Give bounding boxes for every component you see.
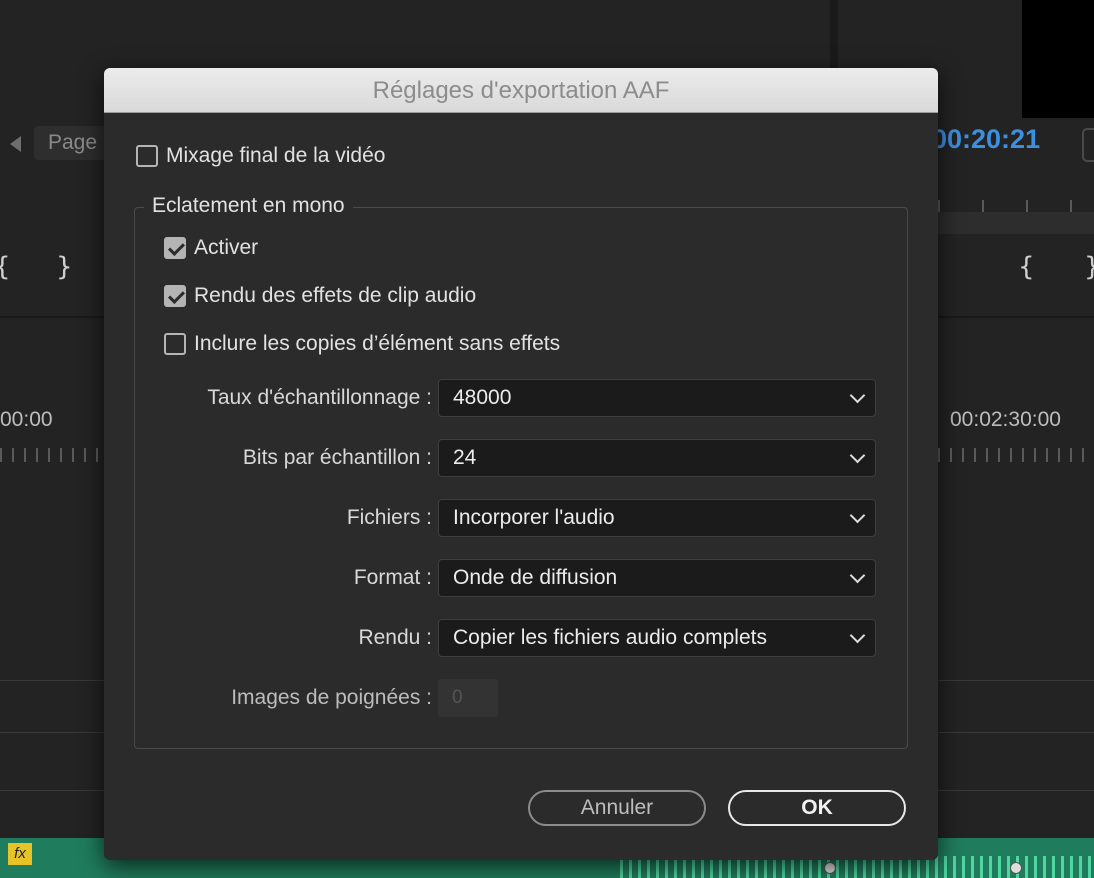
render-effects-label: Rendu des effets de clip audio	[194, 284, 477, 307]
mixdown-video-option[interactable]: Mixage final de la vidéo	[136, 144, 385, 168]
files-select[interactable]: Incorporer l'audio	[438, 499, 876, 537]
sample-rate-label: Taux d'échantillonnage :	[207, 386, 432, 409]
render-effects-checkbox[interactable]	[164, 285, 186, 307]
activate-checkbox[interactable]	[164, 237, 186, 259]
cancel-button[interactable]: Annuler	[528, 790, 706, 826]
sample-rate-value: 48000	[453, 386, 512, 409]
handles-label: Images de poignées :	[231, 686, 432, 709]
playhead-timecode[interactable]: 00:20:21	[932, 124, 1040, 155]
chevron-down-icon	[849, 627, 866, 644]
bits-per-sample-select[interactable]: 24	[438, 439, 876, 477]
activate-label: Activer	[194, 236, 259, 259]
files-label: Fichiers :	[346, 506, 432, 529]
handle-frames-input[interactable]: 0	[438, 679, 498, 717]
render-select[interactable]: Copier les fichiers audio complets	[438, 619, 876, 657]
files-value: Incorporer l'audio	[453, 506, 615, 529]
chevron-down-icon	[849, 567, 866, 584]
keyframe-icon[interactable]	[824, 862, 836, 874]
activate-option[interactable]: Activer	[164, 236, 258, 260]
aaf-export-dialog: Réglages d'exportation AAF Mixage final …	[104, 68, 938, 860]
page-button[interactable]: Page	[34, 126, 114, 160]
page-back-arrow-icon[interactable]	[10, 136, 21, 152]
include-copies-option[interactable]: Inclure les copies d’élément sans effets	[164, 332, 560, 356]
timeline-start-time: 00:00	[0, 408, 53, 431]
chevron-down-icon	[849, 447, 866, 464]
render-label: Rendu :	[358, 626, 432, 649]
include-copies-label: Inclure les copies d’élément sans effets	[194, 332, 561, 355]
monitor-ruler	[938, 200, 1094, 212]
source-monitor-preview	[1022, 0, 1094, 118]
monitor-settings-button[interactable]	[1082, 128, 1094, 162]
monitor-zoom-bar[interactable]	[938, 212, 1094, 234]
group-title: Eclatement en mono	[144, 194, 353, 218]
render-value: Copier les fichiers audio complets	[453, 626, 767, 649]
mixdown-checkbox[interactable]	[136, 145, 158, 167]
render-clip-effects-option[interactable]: Rendu des effets de clip audio	[164, 284, 476, 308]
fx-badge-icon[interactable]: fx	[8, 843, 32, 865]
mark-out-icon[interactable]: }	[1084, 252, 1094, 282]
mixdown-label: Mixage final de la vidéo	[166, 144, 386, 167]
bits-value: 24	[453, 446, 477, 469]
mark-in-icon[interactable]: {	[1018, 252, 1035, 282]
mark-in-icon[interactable]: {	[0, 252, 11, 282]
format-value: Onde de diffusion	[453, 566, 618, 589]
timeline-ruler-ticks[interactable]	[938, 448, 1094, 462]
chevron-down-icon	[849, 507, 866, 524]
timeline-marker-time: 00:02:30:00	[950, 408, 1061, 431]
include-copies-checkbox[interactable]	[164, 333, 186, 355]
ok-button[interactable]: OK	[728, 790, 906, 826]
timeline-ruler-ticks[interactable]	[0, 448, 104, 462]
keyframe-icon[interactable]	[1010, 862, 1022, 874]
format-label: Format :	[353, 566, 432, 589]
chevron-down-icon	[849, 387, 866, 404]
mark-out-icon[interactable]: }	[56, 252, 73, 282]
sample-rate-select[interactable]: 48000	[438, 379, 876, 417]
bits-label: Bits par échantillon :	[242, 446, 432, 469]
dialog-title: Réglages d'exportation AAF	[104, 68, 938, 113]
format-select[interactable]: Onde de diffusion	[438, 559, 876, 597]
